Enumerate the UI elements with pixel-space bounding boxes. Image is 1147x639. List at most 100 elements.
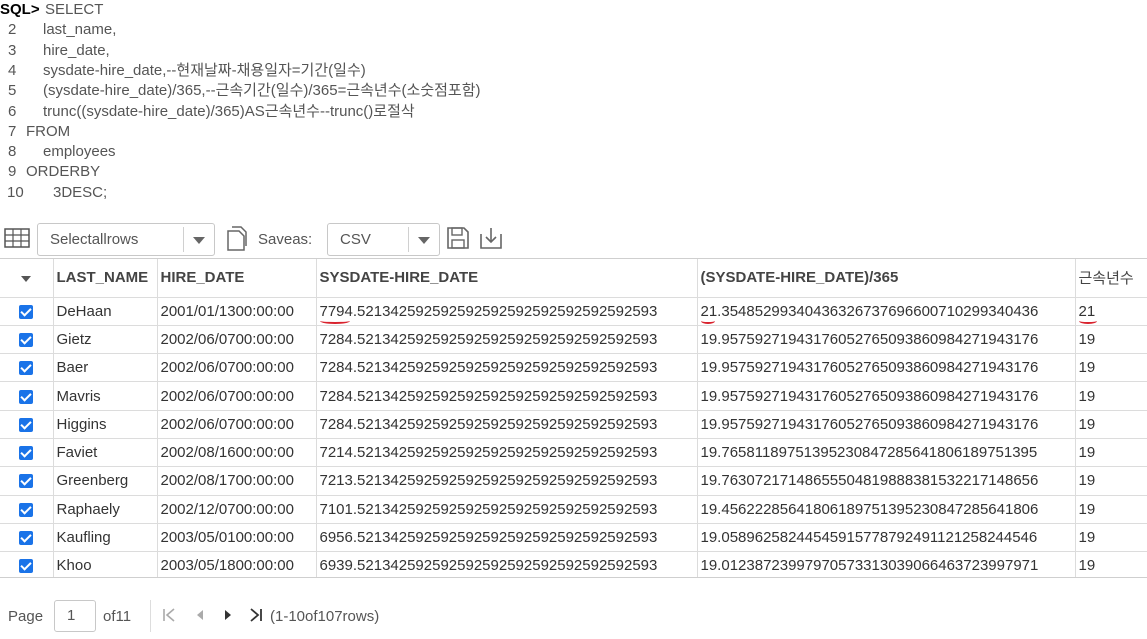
cell-value: 19.7658118975139523084728564180618975139… xyxy=(700,444,1038,462)
sql-editor[interactable]: SQL> SELECT 2 last_name, 3 hire_date, 4 sysdate… xyxy=(0,0,1147,210)
cell-years: 19.7630721714865550481988838153221714865… xyxy=(697,466,1076,496)
cell-value: 19.9575927194317605276509386098427194317… xyxy=(700,330,1039,348)
cell-days: 7101.52134259259259259259259259259259259… xyxy=(316,495,698,524)
line-number: 4 xyxy=(8,61,17,79)
table-row[interactable]: Raphaely 2002/12/0700:00:00 7101.521342592… xyxy=(0,495,1147,524)
row-checkbox[interactable] xyxy=(0,495,54,524)
cell-value: 19 xyxy=(1078,500,1096,518)
cell-value: 2003/05/1800:00:00 xyxy=(160,557,294,575)
cell-years: 19.9575927194317605276509386098427194317… xyxy=(697,353,1076,383)
row-checkbox[interactable] xyxy=(0,523,54,553)
checkbox-checked-icon xyxy=(19,474,34,489)
download-icon[interactable] xyxy=(479,225,503,251)
line-number: 3 xyxy=(8,41,17,59)
line-number: 5 xyxy=(8,82,17,100)
cell-last-name: Gietz xyxy=(53,325,158,355)
cell-last-name: Faviet xyxy=(53,438,158,468)
cell-hire-date: 2001/01/1300:00:00 xyxy=(157,297,317,326)
last-page-icon[interactable] xyxy=(246,605,266,625)
cell-value: 7284.52134259259259259259259259259259259… xyxy=(319,330,658,348)
table-row[interactable]: Kaufling 2003/05/0100:00:00 6956.521342592… xyxy=(0,523,1147,553)
table-row[interactable]: Baer 2002/06/0700:00:00 7284.5213425925925… xyxy=(0,353,1147,383)
sql-code: last_name, xyxy=(43,21,117,39)
previous-page-icon[interactable] xyxy=(190,605,210,625)
line-number: 2 xyxy=(8,21,17,39)
results-grid: LAST_NAME HIRE_DATE SYSDATE-HIRE_DATE (S… xyxy=(0,258,1147,578)
first-page-icon[interactable] xyxy=(160,605,180,625)
cell-value: 19.4562228564180618975139523084728564180… xyxy=(700,500,1039,518)
red-underline-annotation xyxy=(1078,318,1097,324)
cell-last-name: Baer xyxy=(53,353,158,383)
sql-line: 10 3DESC; xyxy=(0,183,1147,203)
select-column-header[interactable] xyxy=(0,259,54,298)
column-header[interactable]: LAST_NAME xyxy=(53,259,158,298)
caret-down-icon xyxy=(21,276,32,283)
column-header[interactable]: 근속년수 xyxy=(1075,259,1147,298)
table-row[interactable]: Greenberg 2002/08/1700:00:00 7213.52134259… xyxy=(0,466,1147,496)
sql-code: employees xyxy=(43,143,116,161)
page-count-label: of11 xyxy=(103,608,132,625)
table-row[interactable]: Higgins 2002/06/0700:00:00 7284.5213425925… xyxy=(0,410,1147,439)
row-checkbox[interactable] xyxy=(0,438,54,468)
checkbox-checked-icon xyxy=(19,361,34,376)
cell-value: 7284.52134259259259259259259259259259259… xyxy=(319,415,658,433)
cell-years: 19.0589625824454591577879249112125824454… xyxy=(697,523,1076,553)
cell-value: 19.9575927194317605276509386098427194317… xyxy=(700,415,1039,433)
table-row[interactable]: DeHaan 2001/01/1300:00:00 7794.52134259259… xyxy=(0,297,1147,326)
cell-value: 7213.52134259259259259259259259259259259… xyxy=(319,472,658,490)
cell-value: 19.9575927194317605276509386098427194317… xyxy=(700,359,1039,377)
export-format-value: CSV xyxy=(340,231,371,248)
cell-value: 7794.52134259259259259259259259259259259… xyxy=(319,303,657,324)
row-checkbox[interactable] xyxy=(0,551,54,577)
grid-icon[interactable] xyxy=(4,228,30,248)
cell-hire-date: 2002/06/0700:00:00 xyxy=(157,381,317,411)
cell-value: 6939.52134259259259259259259259259259259… xyxy=(319,557,658,575)
checkbox-checked-icon xyxy=(19,446,34,461)
row-checkbox[interactable] xyxy=(0,325,54,355)
checkbox-checked-icon xyxy=(19,304,34,319)
line-number: 8 xyxy=(8,143,17,161)
cell-value: Raphaely xyxy=(56,500,120,518)
row-checkbox[interactable] xyxy=(0,381,54,411)
sql-code: hire_date, xyxy=(43,41,110,59)
sql-line: 9 ORDERBY xyxy=(0,162,1147,182)
cell-value: 19.7630721714865550481988838153221714865… xyxy=(700,472,1039,490)
sql-code: (sysdate-hire_date)/365,--근속기간(일수)/365=근… xyxy=(43,82,481,100)
row-selection-dropdown[interactable]: Selectallrows xyxy=(37,223,215,256)
floppy-disk-icon[interactable] xyxy=(446,225,470,251)
cell-years: 19.9575927194317605276509386098427194317… xyxy=(697,381,1076,411)
results-toolbar: Selectallrows Saveas: CSV xyxy=(0,222,1147,256)
column-header[interactable]: HIRE_DATE xyxy=(157,259,317,298)
table-row[interactable]: Mavris 2002/06/0700:00:00 7284.52134259259… xyxy=(0,381,1147,411)
export-format-dropdown[interactable]: CSV xyxy=(327,223,440,256)
column-header[interactable]: SYSDATE-HIRE_DATE xyxy=(316,259,698,298)
row-checkbox[interactable] xyxy=(0,410,54,439)
sql-code: ORDERBY xyxy=(26,163,101,181)
next-page-icon[interactable] xyxy=(218,605,238,625)
cell-value: 6956.52134259259259259259259259259259259… xyxy=(319,529,658,547)
cell-trunc: 19 xyxy=(1075,353,1147,383)
cell-value: 19.9575927194317605276509386098427194317… xyxy=(700,387,1039,405)
cell-value: 2002/06/0700:00:00 xyxy=(160,415,294,433)
column-header[interactable]: (SYSDATE-HIRE_DATE)/365 xyxy=(697,259,1076,298)
cell-value: 19 xyxy=(1078,359,1096,377)
checkbox-checked-icon xyxy=(19,559,34,574)
row-checkbox[interactable] xyxy=(0,353,54,383)
sql-code: 3DESC; xyxy=(53,183,108,201)
cell-hire-date: 2002/06/0700:00:00 xyxy=(157,325,317,355)
table-row[interactable]: Khoo 2003/05/1800:00:00 6939.5213425925925… xyxy=(0,551,1147,577)
row-checkbox[interactable] xyxy=(0,297,54,326)
sql-line: 7 FROM xyxy=(0,122,1147,142)
cell-value: 7284.52134259259259259259259259259259259… xyxy=(319,387,658,405)
checkbox-checked-icon xyxy=(19,531,34,546)
cell-value: 19 xyxy=(1078,415,1096,433)
sql-code: trunc((sysdate-hire_date)/365)AS근속년수--tr… xyxy=(43,102,415,120)
header-row: LAST_NAME HIRE_DATE SYSDATE-HIRE_DATE (S… xyxy=(0,259,1147,298)
cell-value: 19 xyxy=(1078,444,1096,462)
table-row[interactable]: Faviet 2002/08/1600:00:00 7214.52134259259… xyxy=(0,438,1147,468)
table-row[interactable]: Gietz 2002/06/0700:00:00 7284.521342592592… xyxy=(0,325,1147,355)
page-number-input[interactable]: 1 xyxy=(54,600,96,632)
document-icon[interactable] xyxy=(224,226,248,252)
row-checkbox[interactable] xyxy=(0,466,54,496)
cell-value: 2001/01/1300:00:00 xyxy=(160,302,294,320)
